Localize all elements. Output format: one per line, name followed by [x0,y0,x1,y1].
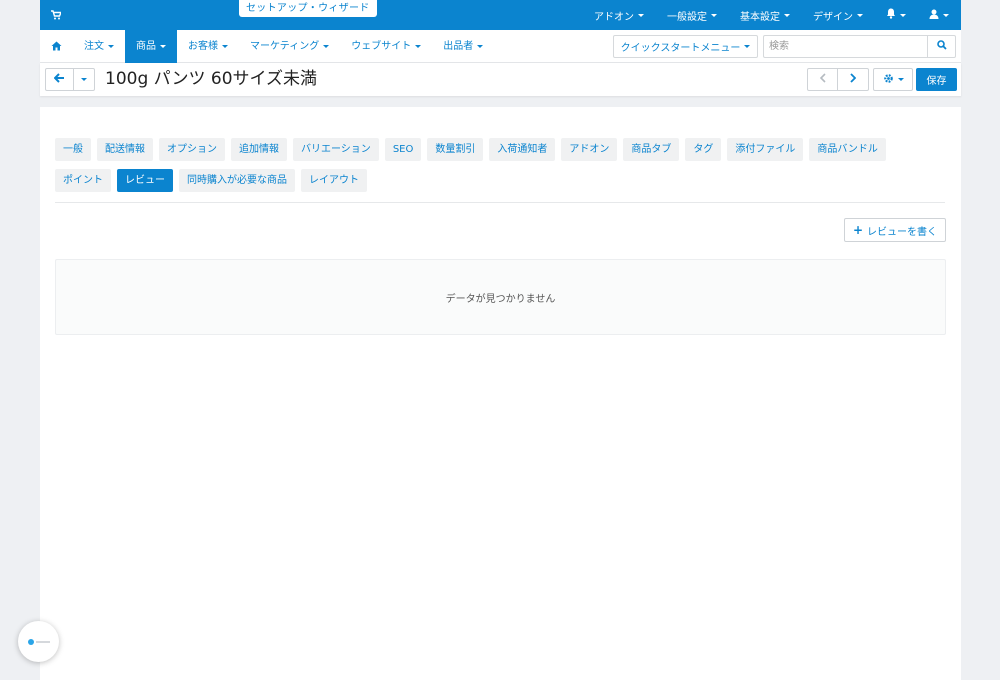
tab-general[interactable]: 一般 [55,138,91,161]
tab-reviews[interactable]: レビュー [117,169,173,192]
caret-down-icon [108,45,114,48]
empty-message: データが見つかりません [445,293,556,305]
chat-widget-button[interactable] [18,621,59,662]
page-title: 100g パンツ 60サイズ未満 [105,69,318,89]
home-icon[interactable] [51,41,62,51]
gear-icon [883,73,894,87]
nav-item-orders[interactable]: 注文 [73,30,125,63]
tab-shipping[interactable]: 配送情報 [97,138,153,161]
top-menu-basic-settings[interactable]: 基本設定 [740,8,790,23]
chevron-left-icon [819,73,826,86]
caret-down-icon [900,13,906,17]
bell-icon [886,8,896,22]
caret-down-icon [415,45,422,48]
nav-item-label: 商品 [136,41,156,52]
nav-item-label: 注文 [84,41,104,52]
save-button[interactable]: 保存 [916,68,957,91]
tab-variations[interactable]: バリエーション [293,138,379,161]
back-button[interactable] [46,69,75,90]
caret-down-icon [744,45,751,48]
plus-icon: + [852,223,864,237]
product-tabs: 一般 配送情報 オプション 追加情報 バリエーション SEO 数量割引 入荷通知… [55,138,945,200]
tab-seo[interactable]: SEO [384,138,422,161]
caret-down-icon [857,13,863,17]
write-review-label: レビューを書く [867,226,938,238]
quickstart-label: クイックスタートメニュー [620,43,741,54]
tab-addons[interactable]: アドオン [561,138,618,161]
nav-item-website[interactable]: ウェブサイト [340,30,432,63]
top-bar: セットアップ・ウィザード アドオン 一般設定 基本設定 デザイン [40,0,961,30]
user-icon [929,9,939,22]
top-menu-addons[interactable]: アドオン [594,8,644,23]
top-menu-design[interactable]: デザイン [813,8,863,23]
tab-product-tabs[interactable]: 商品タブ [623,138,680,161]
nav-item-vendors[interactable]: 出品者 [432,30,494,63]
caret-down-icon [711,13,717,17]
search-input[interactable] [763,35,928,58]
chat-logo-text [35,640,50,643]
top-menu-label: デザイン [813,11,853,23]
tab-points[interactable]: ポイント [55,169,111,192]
top-menu-label: 一般設定 [667,11,707,23]
tab-product-bundles[interactable]: 商品バンドル [809,138,886,161]
previous-product-button[interactable] [808,69,838,90]
nav-item-customers[interactable]: お客様 [177,30,239,63]
tab-additional-info[interactable]: 追加情報 [231,138,287,161]
setup-wizard-button[interactable]: セットアップ・ウィザード [239,0,377,17]
notifications-menu[interactable] [886,8,906,22]
tab-tags[interactable]: タグ [685,138,722,161]
write-review-button[interactable]: + レビューを書く [844,218,946,242]
empty-state: データが見つかりません [55,259,946,335]
quickstart-menu-button[interactable]: クイックスタートメニュー [613,35,758,58]
tab-layout[interactable]: レイアウト [301,169,367,192]
back-button-group [45,68,95,91]
tab-subscribers[interactable]: 入荷通知者 [489,138,556,161]
chevron-right-icon [850,73,857,86]
nav-item-products[interactable]: 商品 [125,30,177,63]
caret-down-icon [897,78,904,81]
top-menu-label: アドオン [594,11,634,23]
arrow-left-icon [53,73,65,86]
cart-icon[interactable] [51,10,63,20]
search-icon [936,40,947,53]
content-panel: 一般 配送情報 オプション 追加情報 バリエーション SEO 数量割引 入荷通知… [40,107,961,680]
nav-item-label: 出品者 [443,41,474,52]
nav-item-label: お客様 [188,41,218,52]
caret-down-icon [943,13,949,17]
nav-item-label: ウェブサイト [351,41,412,52]
tab-options[interactable]: オプション [159,138,225,161]
main-nav: 注文 商品 お客様 マーケティング ウェブサイト 出品者 クイックスタートメニュ… [40,30,961,63]
caret-down-icon [784,13,790,17]
settings-dropdown-button[interactable] [873,68,913,91]
chat-logo-icon [27,638,34,645]
caret-down-icon [160,45,166,48]
tabs-divider [55,202,945,203]
caret-down-icon [638,13,644,17]
caret-down-icon [81,78,88,81]
top-menu-label: 基本設定 [740,11,780,23]
tab-attachments[interactable]: 添付ファイル [727,138,804,161]
caret-down-icon [477,45,484,48]
history-dropdown-button[interactable] [74,69,94,90]
nav-item-marketing[interactable]: マーケティング [239,30,340,63]
top-menu-general-settings[interactable]: 一般設定 [667,8,717,23]
nav-item-label: マーケティング [250,41,320,52]
tab-required-products[interactable]: 同時購入が必要な商品 [179,169,295,192]
product-pager [807,68,869,91]
caret-down-icon [323,45,330,48]
top-menu: アドオン 一般設定 基本設定 デザイン [571,0,949,30]
user-menu[interactable] [929,9,949,22]
tab-quantity-discounts[interactable]: 数量割引 [427,138,484,161]
caret-down-icon [222,45,228,48]
title-bar: 100g パンツ 60サイズ未満 保存 [40,63,961,96]
next-product-button[interactable] [838,69,868,90]
search-button[interactable] [927,35,956,58]
